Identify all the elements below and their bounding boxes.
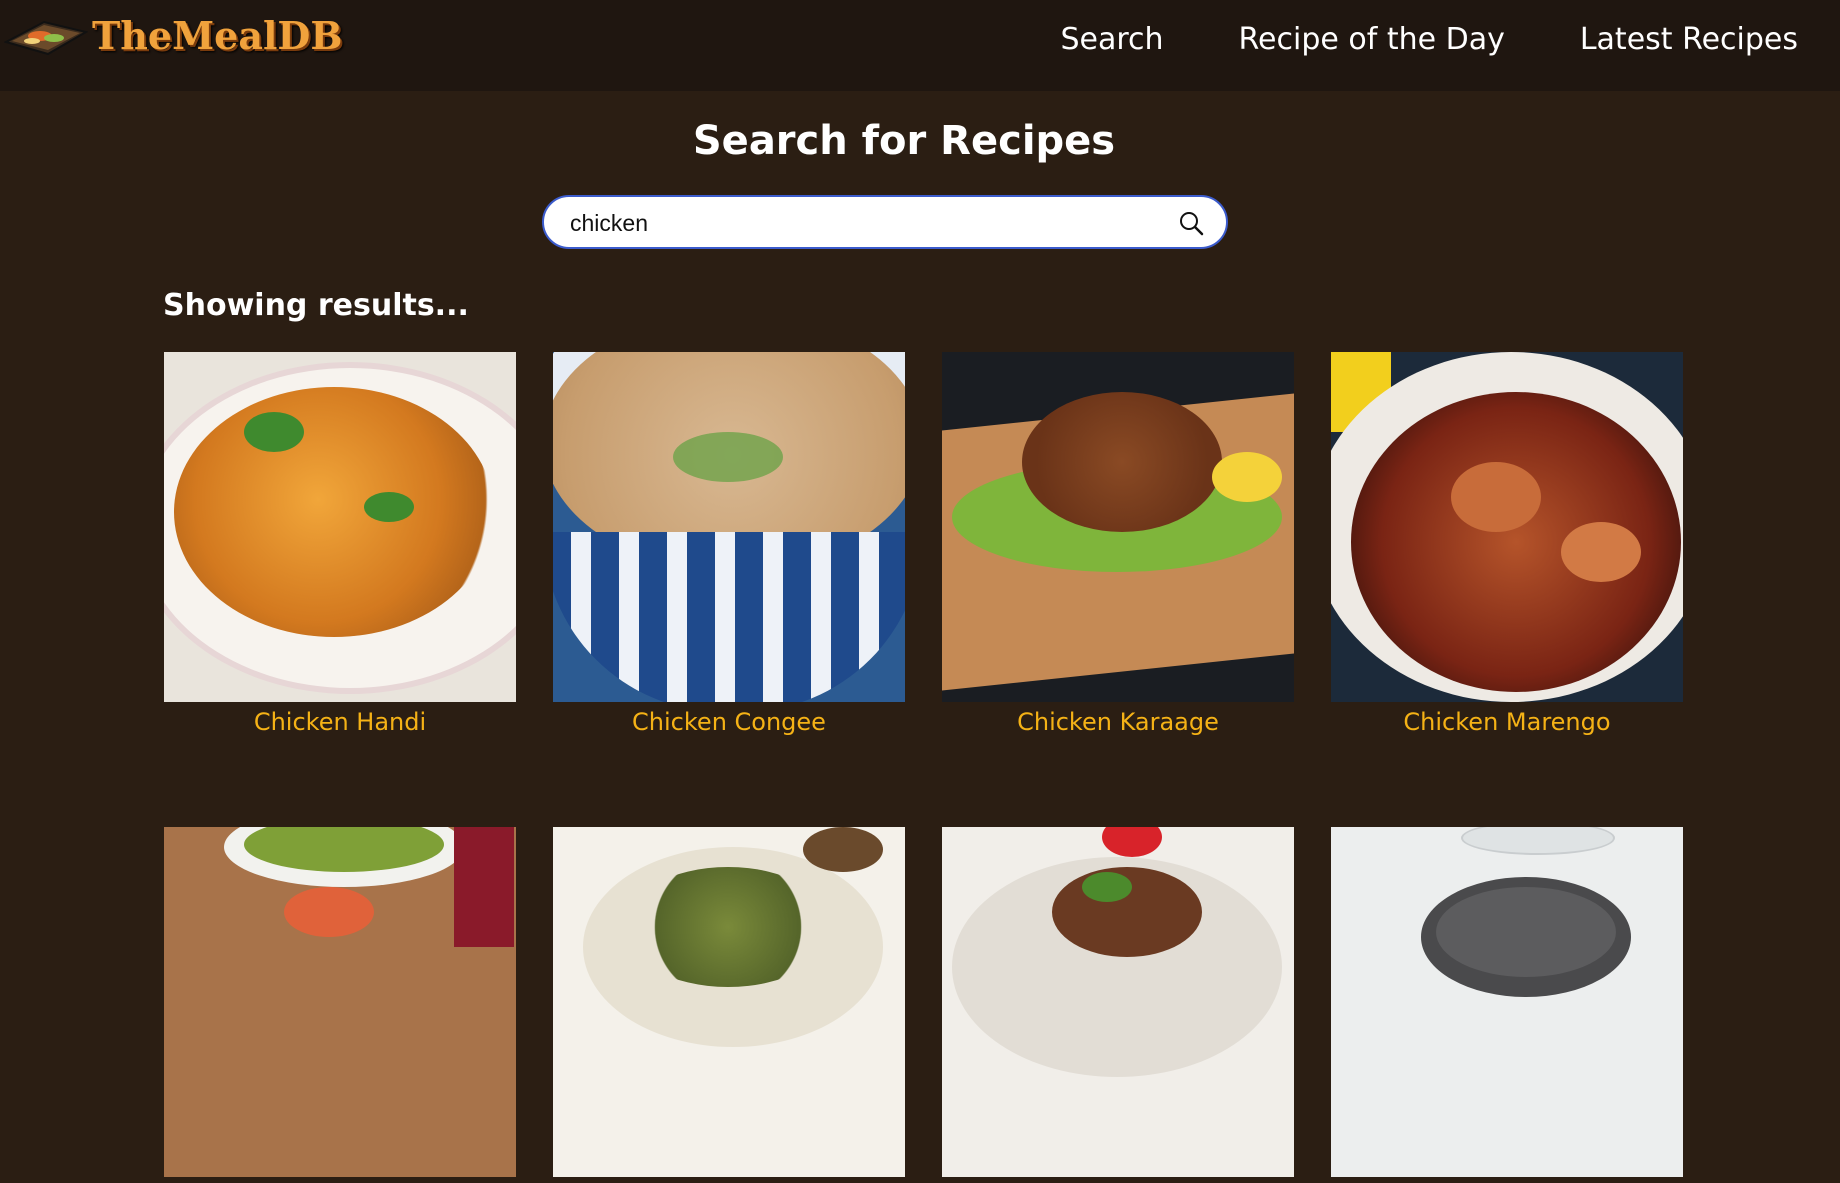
recipe-image[interactable] — [164, 352, 516, 702]
page-title: Search for Recipes — [692, 118, 1116, 164]
recipe-image[interactable] — [1331, 352, 1683, 702]
recipe-card[interactable] — [164, 827, 516, 1183]
search-box — [542, 195, 1228, 249]
logo-text: TheMealDB — [92, 12, 343, 58]
site-logo[interactable]: TheMealDB — [4, 10, 342, 60]
recipe-title[interactable]: Chicken Congee — [553, 708, 905, 736]
recipe-image[interactable] — [553, 352, 905, 702]
recipe-title[interactable]: Chicken Karaage — [942, 708, 1294, 736]
nav-latest-recipes[interactable]: Latest Recipes — [1580, 22, 1798, 57]
recipe-image[interactable] — [1331, 827, 1683, 1177]
recipe-card[interactable] — [1331, 827, 1683, 1183]
results-label: Showing results... — [163, 288, 469, 323]
search-input[interactable] — [570, 206, 1130, 240]
meal-plate-icon — [4, 20, 88, 56]
nav-recipe-of-the-day[interactable]: Recipe of the Day — [1239, 22, 1505, 57]
recipe-image[interactable] — [942, 827, 1294, 1177]
recipe-card[interactable]: Chicken Marengo — [1331, 352, 1683, 736]
recipe-card[interactable] — [942, 827, 1294, 1183]
recipe-image[interactable] — [942, 352, 1294, 702]
search-icon[interactable] — [1178, 210, 1204, 236]
recipe-card[interactable]: Chicken Congee — [553, 352, 905, 736]
recipe-image[interactable] — [553, 827, 905, 1177]
top-navbar: TheMealDB Search Recipe of the Day Lates… — [0, 0, 1840, 91]
recipe-card[interactable] — [553, 827, 905, 1183]
nav-links: Search Recipe of the Day Latest Recipes — [1060, 22, 1798, 57]
recipe-card[interactable]: Chicken Handi — [164, 352, 516, 736]
nav-search[interactable]: Search — [1060, 22, 1163, 57]
recipe-title[interactable]: Chicken Marengo — [1331, 708, 1683, 736]
recipe-card[interactable]: Chicken Karaage — [942, 352, 1294, 736]
recipe-title[interactable]: Chicken Handi — [164, 708, 516, 736]
recipe-image[interactable] — [164, 827, 516, 1177]
